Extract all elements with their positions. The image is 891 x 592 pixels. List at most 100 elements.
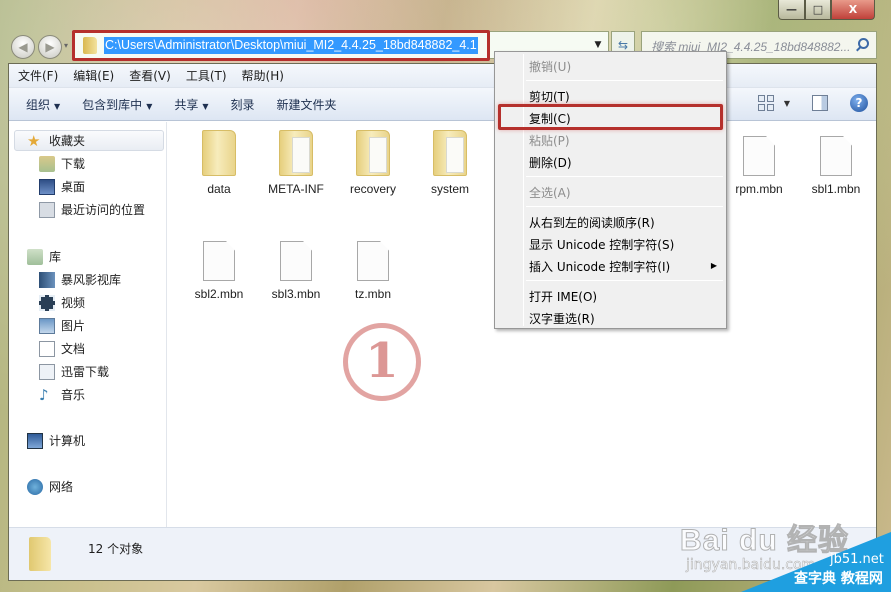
file-item[interactable]: data [183, 130, 255, 196]
share-button[interactable]: 共享 ▼ [174, 96, 208, 113]
caret-down-icon: ▼ [54, 101, 61, 111]
file-item[interactable]: sbl3.mbn [260, 241, 332, 301]
menu-separator [526, 80, 723, 81]
burn-button[interactable]: 刻录 [231, 96, 255, 113]
sidebar-item-music[interactable]: ♪ 音乐 [39, 386, 85, 403]
menu-file[interactable]: 文件(F) [18, 67, 58, 84]
menu-item-reconversion[interactable]: 汉字重选(R) [529, 310, 595, 327]
arrow-left-icon: ◀ [18, 40, 28, 54]
file-name: system [430, 182, 469, 196]
menu-item-undo[interactable]: 撤销(U) [529, 58, 571, 75]
sidebar-label: 最近访问的位置 [61, 203, 146, 217]
menu-item-show-unicode[interactable]: 显示 Unicode 控制字符(S) [529, 236, 674, 253]
film-icon [39, 294, 55, 311]
minimize-button[interactable]: — [778, 0, 805, 20]
menu-item-cut[interactable]: 剪切(T) [529, 88, 570, 105]
sidebar-network[interactable]: 网络 [27, 478, 73, 495]
address-path-input[interactable]: C:\Users\Administrator\Desktop\miui_MI2_… [104, 37, 478, 54]
star-icon: ★ [27, 131, 41, 150]
organize-label: 组织 [26, 97, 51, 112]
new-folder-button[interactable]: 新建文件夹 [277, 96, 337, 113]
menu-help[interactable]: 帮助(H) [242, 67, 284, 84]
sidebar-item-desktop[interactable]: 桌面 [39, 178, 85, 195]
menu-item-copy[interactable]: 复制(C) [529, 110, 571, 127]
file-icon [743, 136, 775, 176]
sidebar-favorites[interactable]: ★ 收藏夹 [27, 132, 85, 149]
menu-item-delete[interactable]: 删除(D) [529, 154, 572, 171]
file-item[interactable]: META-INF [260, 130, 332, 196]
file-item[interactable]: recovery [337, 130, 409, 196]
organize-button[interactable]: 组织 ▼ [26, 96, 60, 113]
file-icon [203, 241, 235, 281]
include-in-library-button[interactable]: 包含到库中 ▼ [82, 96, 152, 113]
sidebar-item-xunlei-downloads[interactable]: 迅雷下载 [39, 363, 109, 380]
menu-item-insert-unicode[interactable]: 插入 Unicode 控制字符(I) [529, 258, 670, 275]
library-icon [27, 248, 43, 265]
file-item[interactable]: sbl1.mbn [800, 136, 872, 196]
sidebar-item-documents[interactable]: 文档 [39, 340, 85, 357]
share-label: 共享 [174, 97, 199, 112]
sidebar-label: 下载 [61, 157, 86, 171]
view-controls: ▼ ? [757, 94, 868, 112]
network-icon [27, 478, 43, 495]
menu-item-paste[interactable]: 粘贴(P) [529, 132, 570, 149]
help-icon[interactable]: ? [850, 94, 868, 112]
forward-button[interactable]: ▶ [38, 35, 62, 59]
downloads-icon [39, 155, 55, 172]
folder-icon [433, 130, 467, 176]
window-controls: — □ X [778, 0, 875, 20]
desktop-icon [39, 178, 55, 195]
caret-down-icon: ▼ [202, 101, 209, 111]
sidebar-item-storm-library[interactable]: 暴风影视库 [39, 271, 121, 288]
context-menu: 撤销(U) 剪切(T) 复制(C) 粘贴(P) 删除(D) 全选(A) 从右到左… [494, 51, 727, 329]
file-icon [820, 136, 852, 176]
back-button[interactable]: ◀ [11, 35, 35, 59]
change-view-icon[interactable] [757, 95, 774, 111]
file-name: rpm.mbn [735, 182, 783, 196]
folder-icon [29, 537, 51, 571]
file-name: recovery [349, 182, 396, 196]
close-button[interactable]: X [831, 0, 875, 20]
watermark-tutorial: 查字典 教程网 [794, 571, 883, 587]
submenu-arrow-icon: ▶ [710, 261, 717, 270]
menu-item-select-all[interactable]: 全选(A) [529, 184, 571, 201]
file-name: data [207, 182, 231, 196]
file-name: sbl2.mbn [194, 287, 244, 301]
watermark-site: jb51.net [830, 552, 884, 567]
picture-icon [39, 317, 55, 334]
sidebar-item-pictures[interactable]: 图片 [39, 317, 85, 334]
file-item[interactable]: rpm.mbn [723, 136, 795, 196]
view-options-dropdown[interactable]: ▼ [784, 99, 790, 108]
sidebar-label: 桌面 [61, 180, 86, 194]
sidebar-item-videos[interactable]: 视频 [39, 294, 85, 311]
sidebar-computer[interactable]: 计算机 [27, 432, 85, 449]
file-name: sbl1.mbn [811, 182, 861, 196]
menu-view[interactable]: 查看(V) [129, 67, 171, 84]
preview-pane-icon[interactable] [812, 95, 828, 111]
file-icon [357, 241, 389, 281]
menu-edit[interactable]: 编辑(E) [73, 67, 114, 84]
sidebar-label: 迅雷下载 [61, 365, 110, 379]
file-item[interactable]: tz.mbn [337, 241, 409, 301]
sidebar-label: 暴风影视库 [61, 273, 122, 287]
sidebar-item-recent-places[interactable]: 最近访问的位置 [39, 201, 145, 218]
menu-item-open-ime[interactable]: 打开 IME(O) [529, 288, 597, 305]
video-library-icon [39, 271, 55, 288]
recent-pages-dropdown[interactable]: ▾ [64, 41, 68, 50]
file-item[interactable]: sbl2.mbn [183, 241, 255, 301]
menu-bar: 文件(F) 编辑(E) 查看(V) 工具(T) 帮助(H) [9, 64, 876, 88]
maximize-button[interactable]: □ [805, 0, 831, 20]
sidebar-label: 收藏夹 [49, 134, 86, 148]
download-folder-icon [39, 363, 55, 380]
folder-icon [83, 37, 97, 54]
explorer-window: 文件(F) 编辑(E) 查看(V) 工具(T) 帮助(H) 组织 ▼ 包含到库中 ▼… [8, 63, 877, 581]
search-icon[interactable] [858, 38, 869, 49]
folder-icon [202, 130, 236, 176]
file-item[interactable]: system [414, 130, 486, 196]
file-icon [280, 241, 312, 281]
sidebar-libraries[interactable]: 库 [27, 248, 61, 265]
menu-item-rtl-reading[interactable]: 从右到左的阅读顺序(R) [529, 214, 655, 231]
sidebar-item-downloads[interactable]: 下载 [39, 155, 85, 172]
menu-tools[interactable]: 工具(T) [186, 67, 227, 84]
sidebar-label: 网络 [49, 480, 74, 494]
